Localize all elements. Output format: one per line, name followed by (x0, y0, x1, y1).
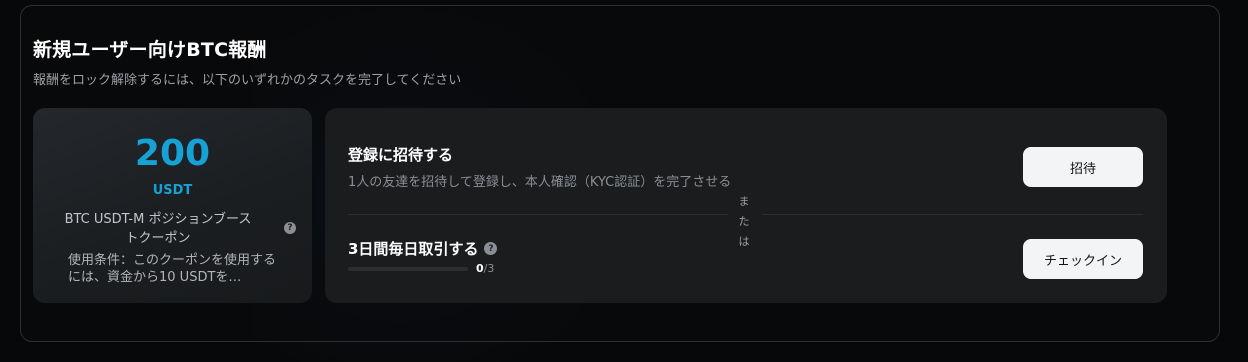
coupon-condition: 使用条件：このクーポンを使用するには、資金から10 USDTを… (68, 253, 277, 285)
coupon-name: BTC USDT-M ポジションブーストクーポン (64, 212, 252, 246)
page-subtitle: 報酬をロック解除するには、以下のいずれかのタスクを完了してください (33, 73, 462, 88)
page-title: 新規ユーザー向けBTC報酬 (33, 39, 267, 61)
tasks-card: 登録に招待する 1人の友達を招待して登録し、本人確認（KYC認証）を完了させる … (325, 108, 1167, 303)
checkin-task-title: 3日間毎日取引する ? (348, 238, 498, 259)
checkin-progress-bar (348, 267, 468, 271)
coupon-card: 200 USDT BTC USDT-M ポジションブーストクーポン ? 使用条件… (33, 108, 312, 303)
invite-task-description: 1人の友達を招待して登録し、本人確認（KYC認証）を完了させる (348, 175, 732, 190)
progress-total: /3 (483, 262, 495, 275)
checkin-button[interactable]: チェックイン (1023, 239, 1143, 279)
divider (348, 214, 728, 215)
invite-button[interactable]: 招待 (1023, 147, 1143, 187)
invite-task-title: 登録に招待する (348, 146, 454, 164)
info-icon[interactable]: ? (284, 222, 296, 234)
info-icon[interactable]: ? (484, 242, 498, 255)
checkin-task-label: 3日間毎日取引する (348, 240, 479, 258)
divider (762, 214, 1143, 215)
or-separator: または (738, 195, 750, 248)
coupon-amount: 200 (134, 133, 211, 174)
checkin-progress-text: 0/3 (476, 262, 494, 275)
coupon-unit: USDT (152, 183, 193, 198)
progress-current: 0 (476, 262, 484, 275)
